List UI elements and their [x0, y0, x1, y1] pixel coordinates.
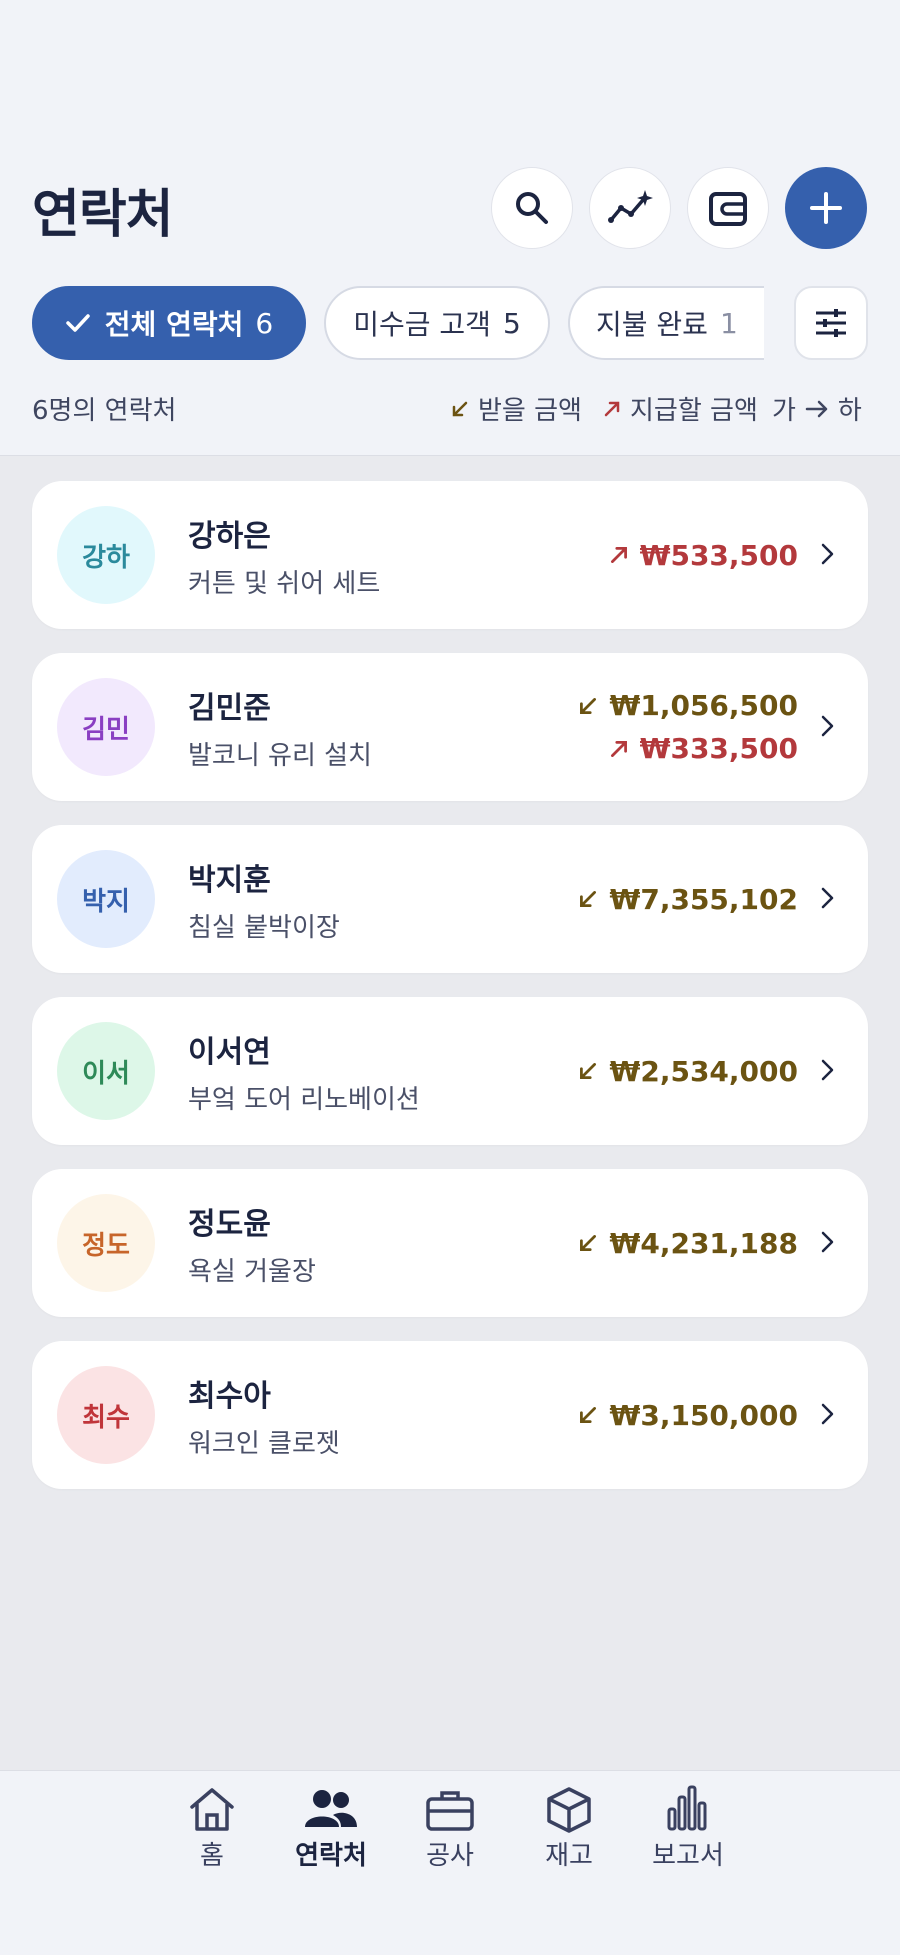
- contact-name: 강하은: [188, 519, 271, 554]
- avatar: 이서: [57, 1022, 155, 1120]
- sort-from: 가: [772, 396, 796, 426]
- filter-chip-count: 1: [719, 306, 738, 340]
- arrow-up-right-icon: [610, 740, 627, 757]
- bottom-nav: 홈 연락처 공사 재고 보고서: [0, 1770, 900, 1955]
- header-area: 연락처 전체 연락처 6 미수금 고객 5 지불 완료 1 6명의 연락처 받을…: [0, 0, 900, 456]
- avatar: 최수: [57, 1366, 155, 1464]
- contact-description: 발코니 유리 설치: [188, 741, 372, 771]
- legend-pay: 지급할 금액: [602, 390, 758, 427]
- contact-card[interactable]: 박지 박지훈침실 붙박이장 ₩7,355,102: [32, 825, 868, 973]
- nav-item-projects[interactable]: 공사: [395, 1785, 505, 1872]
- contact-name: 박지훈: [188, 863, 271, 898]
- avatar: 박지: [57, 850, 155, 948]
- contact-name: 김민준: [188, 691, 271, 726]
- arrow-right-icon: [805, 400, 828, 417]
- avatar: 강하: [57, 506, 155, 604]
- contact-card[interactable]: 최수 최수아워크인 클로젯 ₩3,150,000: [32, 1341, 868, 1489]
- box-icon: [547, 1787, 591, 1833]
- home-icon: [190, 1788, 234, 1831]
- nav-item-contacts[interactable]: 연락처: [276, 1785, 386, 1872]
- amounts: ₩3,150,000: [577, 1341, 798, 1489]
- contact-name: 최수아: [188, 1379, 271, 1414]
- filter-chip-paid[interactable]: 지불 완료 1: [568, 286, 764, 360]
- contact-card[interactable]: 정도 정도윤욕실 거울장 ₩4,231,188: [32, 1169, 868, 1317]
- add-contact-button[interactable]: [785, 167, 867, 249]
- contact-description: 워크인 클로젯: [188, 1429, 340, 1459]
- contact-description: 침실 붙박이장: [188, 913, 340, 943]
- contact-description: 욕실 거울장: [188, 1257, 316, 1287]
- search-button[interactable]: [491, 167, 573, 249]
- plus-icon: [810, 192, 842, 224]
- arrow-down-left-icon: [580, 891, 597, 907]
- nav-item-reports[interactable]: 보고서: [633, 1785, 743, 1872]
- pay-amount: ₩333,500: [608, 732, 798, 765]
- amounts: ₩7,355,102: [577, 825, 798, 973]
- amounts: ₩4,231,188: [577, 1169, 798, 1317]
- contact-name: 이서연: [188, 1035, 271, 1070]
- arrow-down-left-icon: [580, 697, 597, 714]
- briefcase-icon: [426, 1791, 474, 1831]
- arrow-down-left-icon: [580, 1235, 597, 1251]
- sort-toggle[interactable]: 가 하: [772, 390, 862, 427]
- filter-chip-label: 미수금 고객: [353, 308, 491, 341]
- receive-amount: ₩1,056,500: [577, 689, 798, 722]
- receive-amount: ₩2,534,000: [577, 1055, 798, 1088]
- avatar: 김민: [57, 678, 155, 776]
- arrow-up-right-icon: [610, 547, 627, 563]
- contact-card[interactable]: 강하 강하은커튼 및 쉬어 세트 ₩533,500: [32, 481, 868, 629]
- amounts: ₩1,056,500 ₩333,500: [577, 653, 798, 801]
- amounts: ₩533,500: [608, 481, 798, 629]
- contact-count: 6명의 연락처: [32, 396, 177, 426]
- page-title: 연락처: [32, 185, 174, 245]
- chevron-right-icon: [821, 1403, 834, 1425]
- contact-card[interactable]: 김민 김민준발코니 유리 설치 ₩1,056,500 ₩333,500: [32, 653, 868, 801]
- sliders-icon: [816, 309, 846, 337]
- amounts: ₩2,534,000: [577, 997, 798, 1145]
- contact-description: 커튼 및 쉬어 세트: [188, 569, 381, 599]
- chevron-right-icon: [821, 1231, 834, 1253]
- filter-chip-count: 5: [502, 306, 521, 340]
- filter-chip-count: 6: [255, 306, 274, 340]
- sort-to: 하: [837, 396, 862, 426]
- pay-amount: ₩533,500: [608, 539, 798, 572]
- receive-amount: ₩3,150,000: [577, 1399, 798, 1432]
- chevron-right-icon: [821, 1059, 834, 1081]
- filter-chip-label: 전체 연락처: [104, 308, 244, 341]
- insights-button[interactable]: [589, 167, 671, 249]
- legend-receive: 받을 금액: [450, 390, 582, 427]
- contact-description: 부엌 도어 리노베이션: [188, 1085, 420, 1115]
- arrow-down-left-icon: [452, 401, 468, 416]
- people-icon: [305, 1790, 357, 1827]
- wallet-button[interactable]: [687, 167, 769, 249]
- chevron-right-icon: [821, 543, 834, 565]
- chevron-right-icon: [821, 715, 834, 737]
- bar-chart-icon: [667, 1785, 707, 1831]
- filter-settings-button[interactable]: [794, 286, 868, 360]
- search-icon: [516, 192, 548, 224]
- contact-name: 정도윤: [188, 1207, 271, 1242]
- arrow-down-left-icon: [580, 1063, 597, 1079]
- wallet-icon: [709, 192, 747, 226]
- filter-chip-unpaid[interactable]: 미수금 고객 5: [324, 286, 550, 360]
- chevron-right-icon: [821, 887, 834, 909]
- contact-card[interactable]: 이서 이서연부엌 도어 리노베이션 ₩2,534,000: [32, 997, 868, 1145]
- arrow-down-left-icon: [580, 1407, 597, 1423]
- arrow-up-right-icon: [604, 401, 620, 416]
- nav-item-home[interactable]: 홈: [157, 1785, 267, 1872]
- receive-amount: ₩7,355,102: [577, 883, 798, 916]
- receive-amount: ₩4,231,188: [577, 1227, 798, 1260]
- avatar: 정도: [57, 1194, 155, 1292]
- filter-chip-all[interactable]: 전체 연락처 6: [32, 286, 306, 360]
- check-icon: [65, 312, 91, 334]
- sparkline-icon: [608, 190, 653, 223]
- nav-item-inventory[interactable]: 재고: [514, 1785, 624, 1872]
- filter-chip-label: 지불 완료: [596, 308, 708, 341]
